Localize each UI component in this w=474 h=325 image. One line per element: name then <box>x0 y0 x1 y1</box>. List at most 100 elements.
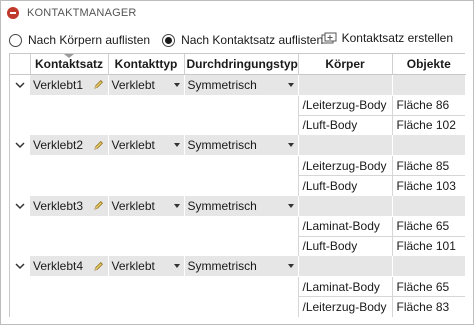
radio-label: Nach Körpern auflisten <box>28 33 151 47</box>
toolbar: Nach Körpern auflisten Nach Kontaktsatz … <box>9 31 465 49</box>
objekte-cell-empty <box>392 256 466 277</box>
chevron-down-icon[interactable] <box>15 81 25 89</box>
objekte-cell[interactable]: Fläche 102 <box>391 114 465 135</box>
kontaktsatz-cell[interactable]: Verklebt2 <box>30 135 109 156</box>
header-objekte[interactable]: Objekte <box>392 54 465 75</box>
contactset-row[interactable]: Verklebt2 Verklebt Symmetrisch <box>10 135 466 156</box>
body-row[interactable]: /Luft-Body Fläche 101 <box>10 235 465 256</box>
panel-title: KONTAKTMANAGER <box>27 7 137 19</box>
header-expander <box>10 54 31 75</box>
dropdown-arrow-icon <box>173 143 180 147</box>
expand-toggle[interactable] <box>10 135 30 156</box>
radio-circle-icon <box>9 33 22 47</box>
koerper-cell-empty <box>298 195 393 217</box>
contactset-row[interactable]: Verklebt4 Verklebt Symmetrisch <box>10 256 466 277</box>
expand-toggle[interactable] <box>10 74 30 95</box>
sort-indicator-icon <box>64 54 74 58</box>
objekte-cell[interactable]: Fläche 65 <box>391 215 465 236</box>
header-row: Kontaktsatz Kontakttyp Durchdringungstyp… <box>10 54 465 75</box>
body-row[interactable]: /Luft-Body Fläche 103 <box>10 175 465 196</box>
koerper-cell[interactable]: /Luft-Body <box>297 235 392 256</box>
dropdown-arrow-icon <box>173 264 180 268</box>
header-koerper[interactable]: Körper <box>298 54 393 75</box>
header-kontaktsatz[interactable]: Kontaktsatz <box>30 54 109 75</box>
radio-circle-icon <box>162 33 176 47</box>
body-row[interactable]: /Leiterzug-Body Fläche 83 <box>10 296 465 317</box>
edit-pencil-icon[interactable] <box>93 200 104 211</box>
expand-toggle[interactable] <box>10 256 30 277</box>
kontaktsatz-name: Verklebt2 <box>33 138 84 152</box>
durchdringungstyp-value: Symmetrisch <box>187 198 257 213</box>
dropdown-arrow-icon <box>287 143 294 147</box>
koerper-cell-empty <box>298 256 393 277</box>
kontakttyp-dropdown[interactable]: Verklebt <box>108 74 185 96</box>
header-durchdringungstyp[interactable]: Durchdringungstyp <box>184 54 299 75</box>
koerper-cell[interactable]: /Leiterzug-Body <box>297 155 392 176</box>
create-contact-set-icon <box>321 32 337 44</box>
kontaktsatz-cell[interactable]: Verklebt4 <box>30 256 109 277</box>
body-row[interactable]: /Laminat-Body Fläche 65 <box>10 276 465 297</box>
koerper-cell-empty <box>298 74 393 96</box>
koerper-cell[interactable]: /Leiterzug-Body <box>297 94 392 115</box>
objekte-cell-empty <box>392 195 466 217</box>
koerper-cell[interactable]: /Leiterzug-Body <box>297 296 392 317</box>
collapse-icon[interactable] <box>7 7 19 19</box>
body-row[interactable]: /Luft-Body Fläche 102 <box>10 114 465 135</box>
objekte-cell-empty <box>392 74 466 96</box>
objekte-cell[interactable]: Fläche 86 <box>391 94 465 115</box>
header-kontakttyp[interactable]: Kontakttyp <box>108 54 185 75</box>
edit-pencil-icon[interactable] <box>93 261 104 272</box>
kontakttyp-dropdown[interactable]: Verklebt <box>108 135 185 156</box>
objekte-cell-empty <box>392 135 466 156</box>
objekte-cell[interactable]: Fläche 83 <box>391 296 465 317</box>
kontakttyp-value: Verklebt <box>111 198 155 213</box>
dropdown-arrow-icon <box>173 203 180 208</box>
kontaktsatz-name: Verklebt1 <box>33 77 84 92</box>
body-row[interactable]: /Laminat-Body Fläche 65 <box>10 215 465 236</box>
dropdown-arrow-icon <box>287 82 294 87</box>
body-row[interactable]: /Leiterzug-Body Fläche 85 <box>10 155 465 176</box>
contactset-row[interactable]: Verklebt1 Verklebt Symmetrisch <box>10 74 466 96</box>
edit-pencil-icon[interactable] <box>93 140 104 151</box>
dropdown-arrow-icon <box>287 203 294 208</box>
koerper-cell[interactable]: /Luft-Body <box>297 114 392 135</box>
radio-label: Nach Kontaktsatz auflisten <box>181 33 324 47</box>
objekte-cell[interactable]: Fläche 101 <box>391 235 465 256</box>
dropdown-arrow-icon <box>173 82 180 87</box>
koerper-cell[interactable]: /Luft-Body <box>297 175 392 196</box>
kontakttyp-value: Verklebt <box>111 138 155 152</box>
chevron-down-icon[interactable] <box>15 202 25 210</box>
durchdringungstyp-dropdown[interactable]: Symmetrisch <box>184 256 299 277</box>
durchdringungstyp-dropdown[interactable]: Symmetrisch <box>184 74 299 96</box>
durchdringungstyp-value: Symmetrisch <box>187 77 257 92</box>
contact-manager-panel: KONTAKTMANAGER Nach Körpern auflisten Na… <box>0 0 474 325</box>
koerper-cell[interactable]: /Laminat-Body <box>297 276 392 297</box>
objekte-cell[interactable]: Fläche 85 <box>391 155 465 176</box>
chevron-down-icon[interactable] <box>15 262 25 270</box>
kontaktsatz-cell[interactable]: Verklebt3 <box>30 195 109 217</box>
radio-list-by-contactset[interactable]: Nach Kontaktsatz auflisten <box>162 33 323 47</box>
durchdringungstyp-dropdown[interactable]: Symmetrisch <box>184 195 299 217</box>
contact-table: Kontaktsatz Kontakttyp Durchdringungstyp… <box>9 53 466 317</box>
durchdringungstyp-value: Symmetrisch <box>187 138 257 152</box>
create-contactset-button[interactable]: Kontaktsatz erstellen <box>321 31 453 45</box>
kontakttyp-value: Verklebt <box>111 259 155 273</box>
kontakttyp-value: Verklebt <box>111 77 155 92</box>
objekte-cell[interactable]: Fläche 103 <box>391 175 465 196</box>
edit-pencil-icon[interactable] <box>93 79 104 90</box>
kontaktsatz-cell[interactable]: Verklebt1 <box>30 74 109 96</box>
body-row[interactable]: /Leiterzug-Body Fläche 86 <box>10 94 465 115</box>
durchdringungstyp-value: Symmetrisch <box>187 259 257 273</box>
durchdringungstyp-dropdown[interactable]: Symmetrisch <box>184 135 299 156</box>
chevron-down-icon[interactable] <box>15 141 25 149</box>
koerper-cell[interactable]: /Laminat-Body <box>297 215 392 236</box>
radio-list-by-bodies[interactable]: Nach Körpern auflisten <box>9 33 150 47</box>
kontaktsatz-name: Verklebt4 <box>33 259 84 273</box>
kontakttyp-dropdown[interactable]: Verklebt <box>108 195 185 217</box>
objekte-cell[interactable]: Fläche 65 <box>391 276 465 297</box>
expand-toggle[interactable] <box>10 195 30 216</box>
contactset-row[interactable]: Verklebt3 Verklebt Symmetrisch <box>10 195 466 217</box>
dropdown-arrow-icon <box>287 264 294 268</box>
kontakttyp-dropdown[interactable]: Verklebt <box>108 256 185 277</box>
kontaktsatz-name: Verklebt3 <box>33 198 84 213</box>
